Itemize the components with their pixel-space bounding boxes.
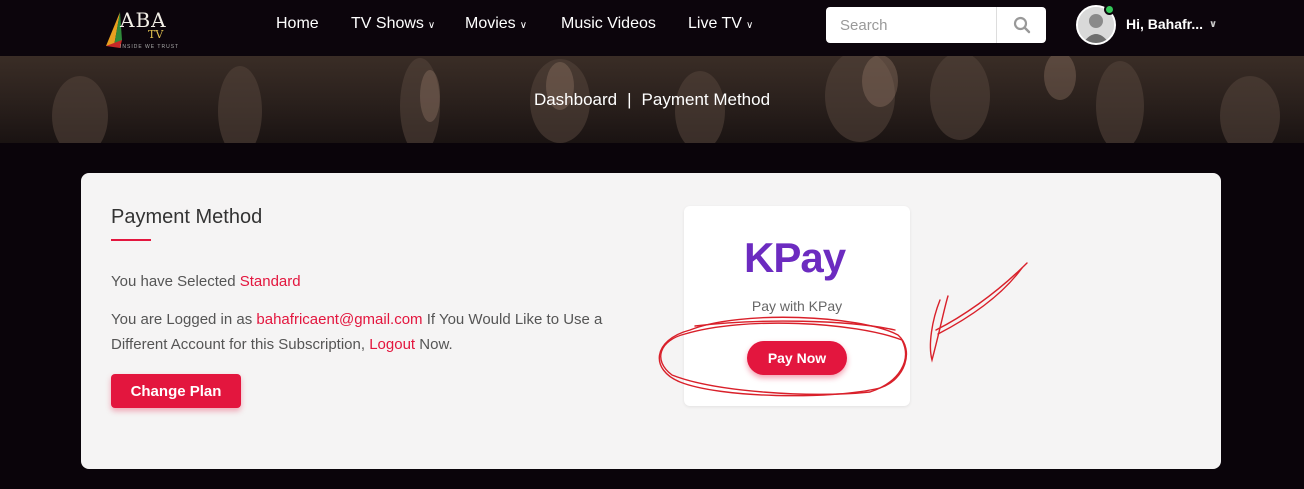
selected-plan-name: Standard — [239, 273, 301, 290]
search-input[interactable] — [826, 7, 996, 43]
online-status-indicator — [1104, 4, 1115, 15]
kpay-option-card: KPay Pay with KPay Pay Now — [684, 206, 910, 406]
nav-movies-label: Movies — [465, 15, 516, 32]
logged-suffix: Now. — [419, 336, 453, 353]
nav-music-videos-label: Music Videos — [561, 15, 656, 32]
breadcrumb: Dashboard | Payment Method — [0, 90, 1304, 110]
chevron-down-icon: ∨ — [1209, 18, 1218, 30]
search-button[interactable] — [996, 7, 1046, 43]
logout-link[interactable]: Logout — [369, 336, 415, 353]
search-icon — [1013, 16, 1030, 34]
logo-sub-text: TV — [148, 28, 164, 41]
user-email: bahafricaent@gmail.com — [256, 311, 423, 328]
pay-now-button[interactable]: Pay Now — [747, 341, 847, 375]
page-banner: Dashboard | Payment Method — [0, 56, 1304, 143]
user-greeting: Hi, Bahafr... — [1126, 16, 1204, 32]
chevron-down-icon: ∨ — [519, 19, 528, 31]
login-info-text: You are Logged in as bahafricaent@gmail.… — [111, 307, 631, 357]
nav-live-tv-label: Live TV — [688, 15, 742, 32]
nav-tv-shows[interactable]: TV Shows ∨ — [351, 15, 435, 33]
chevron-down-icon: ∨ — [745, 19, 754, 31]
logged-prefix: You are Logged in as — [111, 311, 253, 328]
nav-home[interactable]: Home — [276, 15, 319, 33]
breadcrumb-current: Payment Method — [641, 90, 771, 109]
search-bar — [826, 7, 1046, 43]
top-navbar: ABA TV INSIDE WE TRUST Home TV Shows ∨ M… — [0, 0, 1304, 56]
selected-prefix: You have Selected — [111, 273, 236, 290]
nav-home-label: Home — [276, 15, 319, 32]
selected-plan-text: You have Selected Standard — [111, 273, 301, 290]
nav-tv-shows-label: TV Shows — [351, 15, 424, 32]
logo-tagline: INSIDE WE TRUST — [120, 44, 180, 50]
user-menu[interactable]: Hi, Bahafr... ∨ — [1126, 16, 1217, 32]
breadcrumb-dashboard-link[interactable]: Dashboard — [534, 90, 617, 110]
change-plan-button[interactable]: Change Plan — [111, 374, 241, 408]
nav-live-tv[interactable]: Live TV ∨ — [688, 15, 753, 33]
title-underline — [111, 239, 151, 241]
payment-card: Payment Method You have Selected Standar… — [81, 173, 1221, 469]
page-title: Payment Method — [111, 206, 263, 228]
aba-tv-logo[interactable]: ABA TV INSIDE WE TRUST — [100, 6, 182, 52]
kpay-caption: Pay with KPay — [751, 298, 843, 314]
chevron-down-icon: ∨ — [427, 19, 436, 31]
kpay-logo: KPay — [744, 234, 846, 281]
nav-movies[interactable]: Movies ∨ — [465, 15, 527, 33]
nav-music-videos[interactable]: Music Videos — [561, 15, 656, 33]
breadcrumb-separator: | — [627, 90, 632, 109]
